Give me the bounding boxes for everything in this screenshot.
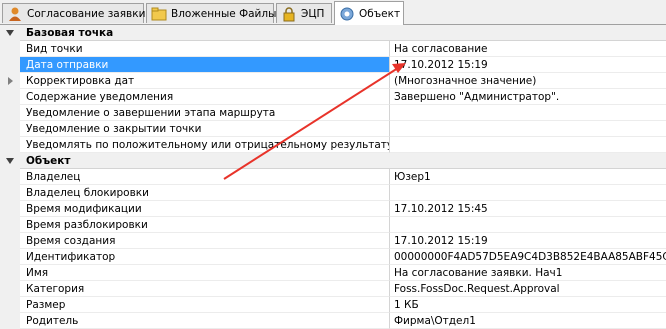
tab-label: Согласование заявки <box>27 7 146 20</box>
property-value[interactable]: Foss.FossDoc.Request.Approval <box>390 281 666 297</box>
collapse-icon[interactable] <box>6 158 14 164</box>
category-title: Объект <box>20 153 666 169</box>
property-row[interactable]: Владелец Юзер1 <box>0 169 666 185</box>
property-value[interactable]: 1 КБ <box>390 297 666 313</box>
tab-approval[interactable]: Согласование заявки <box>2 3 146 23</box>
property-row[interactable]: Время разблокировки <box>0 217 666 233</box>
property-row[interactable]: Категория Foss.FossDoc.Request.Approval <box>0 281 666 297</box>
property-value[interactable]: Юзер1 <box>390 169 666 185</box>
property-value[interactable] <box>390 105 666 121</box>
tab-strip: Согласование заявки Вложенные Файлы ЭЦП … <box>0 0 666 25</box>
property-row[interactable]: Вид точки На согласование <box>0 41 666 57</box>
property-name: Вид точки <box>20 41 390 57</box>
property-row[interactable]: Родитель Фирма\Отдел1 <box>0 313 666 329</box>
property-name: Содержание уведомления <box>20 89 390 105</box>
property-name: Дата отправки <box>20 57 390 73</box>
folder-icon <box>151 6 167 22</box>
tab-attached-files[interactable]: Вложенные Файлы <box>146 3 277 23</box>
property-value[interactable]: На согласование заявки. Нач1 <box>390 265 666 281</box>
property-value[interactable]: 00000000F4AD57D5EA9C4D3B852E4BAA85ABF45C <box>390 249 666 265</box>
property-name: Родитель <box>20 313 390 329</box>
tab-signature[interactable]: ЭЦП <box>276 3 332 23</box>
tab-object[interactable]: Объект <box>334 1 404 25</box>
property-value[interactable]: 17.10.2012 15:19 <box>390 233 666 249</box>
property-name: Уведомлять по положительному или отрицат… <box>20 137 390 153</box>
gear-icon <box>339 6 355 22</box>
category-base-point[interactable]: Базовая точка <box>0 25 666 41</box>
property-value[interactable] <box>390 217 666 233</box>
property-value[interactable] <box>390 185 666 201</box>
property-name: Время модификации <box>20 201 390 217</box>
category-title: Базовая точка <box>20 25 666 41</box>
property-name: Уведомление о завершении этапа маршрута <box>20 105 390 121</box>
property-value[interactable]: 17.10.2012 15:19 <box>390 57 666 73</box>
property-row[interactable]: Уведомлять по положительному или отрицат… <box>0 137 666 153</box>
property-value[interactable]: Завершено "Администратор". <box>390 89 666 105</box>
property-name: Уведомление о закрытии точки <box>20 121 390 137</box>
user-icon <box>7 6 23 22</box>
property-name: Владелец <box>20 169 390 185</box>
property-value[interactable] <box>390 137 666 153</box>
property-row-selected[interactable]: Дата отправки 17.10.2012 15:19 <box>0 57 666 73</box>
property-name: Размер <box>20 297 390 313</box>
property-row[interactable]: Имя На согласование заявки. Нач1 <box>0 265 666 281</box>
tab-label: Вложенные Файлы <box>171 7 277 20</box>
property-row[interactable]: Уведомление о завершении этапа маршрута <box>0 105 666 121</box>
property-row[interactable]: Уведомление о закрытии точки <box>0 121 666 137</box>
property-grid: Базовая точка Вид точки На согласование … <box>0 25 666 329</box>
lock-icon <box>281 6 297 22</box>
property-row[interactable]: Корректировка дат (Многозначное значение… <box>0 73 666 89</box>
category-object[interactable]: Объект <box>0 153 666 169</box>
expand-icon[interactable] <box>8 77 13 85</box>
property-name: Категория <box>20 281 390 297</box>
property-row[interactable]: Владелец блокировки <box>0 185 666 201</box>
property-value[interactable]: 17.10.2012 15:45 <box>390 201 666 217</box>
property-row[interactable]: Размер 1 КБ <box>0 297 666 313</box>
property-row[interactable]: Время модификации 17.10.2012 15:45 <box>0 201 666 217</box>
property-value[interactable]: (Многозначное значение) <box>390 73 666 89</box>
property-row[interactable]: Время создания 17.10.2012 15:19 <box>0 233 666 249</box>
property-value[interactable] <box>390 121 666 137</box>
property-value[interactable]: Фирма\Отдел1 <box>390 313 666 329</box>
tab-label: Объект <box>359 7 401 20</box>
property-row[interactable]: Содержание уведомления Завершено "Админи… <box>0 89 666 105</box>
property-row[interactable]: Идентификатор 00000000F4AD57D5EA9C4D3B85… <box>0 249 666 265</box>
property-name: Время разблокировки <box>20 217 390 233</box>
property-name: Имя <box>20 265 390 281</box>
property-name: Идентификатор <box>20 249 390 265</box>
property-name: Владелец блокировки <box>20 185 390 201</box>
property-value[interactable]: На согласование <box>390 41 666 57</box>
tab-label: ЭЦП <box>301 7 325 20</box>
property-name: Корректировка дат <box>20 73 390 89</box>
collapse-icon[interactable] <box>6 30 14 36</box>
property-name: Время создания <box>20 233 390 249</box>
